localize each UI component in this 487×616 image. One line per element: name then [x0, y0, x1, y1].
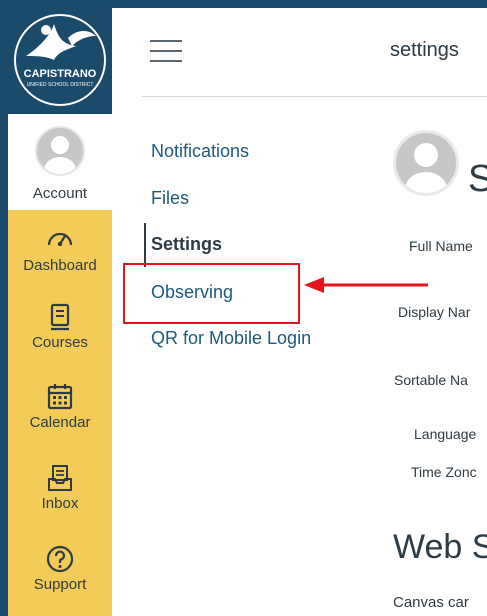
header-divider [142, 96, 487, 97]
nav-courses[interactable]: Courses [8, 302, 112, 351]
nav-calendar-label: Calendar [29, 414, 91, 431]
nav-support[interactable]: Support [8, 544, 112, 593]
nav-inbox-label: Inbox [41, 495, 79, 512]
section-nav-notifications[interactable]: Notifications [151, 141, 249, 162]
section-nav-qr-login[interactable]: QR for Mobile Login [151, 328, 311, 349]
annotation-arrow-icon [304, 277, 428, 293]
calendar-icon [47, 384, 73, 410]
nav-courses-label: Courses [32, 334, 88, 351]
logo-subtitle: UNIFIED SCHOOL DISTRICT [26, 82, 94, 88]
web-services-description: Canvas car [393, 594, 469, 611]
display-name-label: Display Nar [398, 304, 471, 320]
active-indicator [144, 223, 146, 267]
section-nav-files[interactable]: Files [151, 188, 189, 209]
breadcrumb[interactable]: settings [390, 39, 459, 62]
profile-avatar[interactable] [393, 130, 459, 196]
time-zone-label: Time Zonc [411, 464, 477, 480]
app-frame: CAPISTRANO UNIFIED SCHOOL DISTRICT Accou… [8, 8, 487, 616]
web-services-heading: Web S [393, 528, 487, 566]
hamburger-icon [150, 40, 182, 42]
nav-calendar[interactable]: Calendar [8, 382, 112, 431]
district-logo[interactable]: CAPISTRANO UNIFIED SCHOOL DISTRICT [8, 8, 112, 114]
nav-dashboard-label: Dashboard [23, 257, 97, 274]
menu-toggle-button[interactable] [150, 40, 182, 62]
sortable-name-label: Sortable Na [394, 372, 468, 388]
book-icon [50, 303, 70, 331]
nav-dashboard[interactable]: Dashboard [8, 225, 112, 274]
global-nav: CAPISTRANO UNIFIED SCHOOL DISTRICT Accou… [8, 8, 112, 616]
avatar [35, 126, 85, 176]
nav-inbox[interactable]: Inbox [8, 463, 112, 512]
inbox-icon [48, 465, 72, 491]
annotation-highlight-box [123, 263, 300, 324]
logo-emblem [14, 14, 106, 106]
help-icon [46, 545, 74, 573]
nav-account-label: Account [32, 185, 88, 202]
nav-support-label: Support [33, 576, 87, 593]
nav-account[interactable]: Account [8, 114, 112, 210]
logo-name: CAPISTRANO [23, 68, 97, 80]
full-name-label: Full Name [409, 238, 473, 254]
section-nav-settings[interactable]: Settings [151, 234, 222, 255]
language-label: Language [414, 426, 477, 442]
profile-heading: S [468, 158, 487, 200]
dashboard-icon [47, 232, 73, 247]
